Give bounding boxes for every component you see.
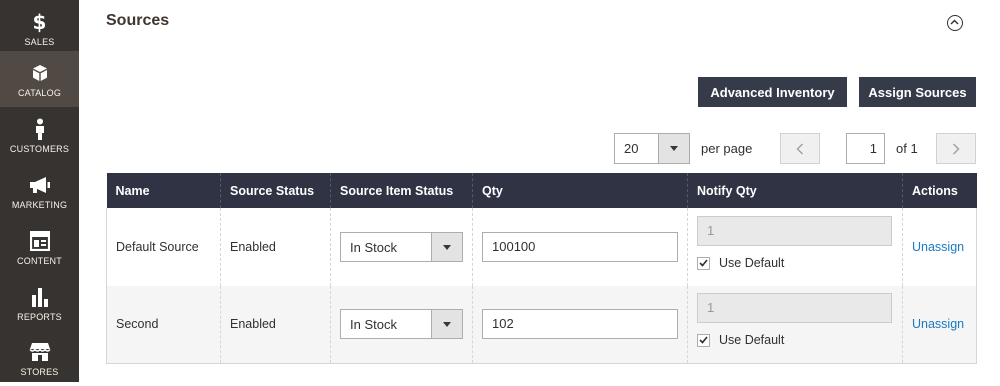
chevron-right-icon bbox=[952, 142, 960, 155]
sidebar-item-label: CONTENT bbox=[17, 255, 62, 266]
unassign-link[interactable]: Unassign bbox=[912, 240, 964, 254]
sidebar-item-label: REPORTS bbox=[17, 311, 62, 322]
source-item-status-value: In Stock bbox=[350, 317, 397, 333]
page-number-input[interactable]: 1 bbox=[846, 133, 885, 164]
column-header-source-status: Source Status bbox=[220, 173, 331, 208]
bar-chart-icon bbox=[31, 285, 49, 309]
chevron-down-icon bbox=[431, 310, 462, 339]
page-total-label: of 1 bbox=[896, 141, 918, 156]
column-header-name: Name bbox=[106, 173, 221, 208]
sidebar-item-label: STORES bbox=[20, 366, 59, 377]
sidebar-item-stores[interactable]: STORES bbox=[0, 330, 79, 386]
notify-qty-input[interactable]: 1 bbox=[697, 293, 892, 324]
column-header-actions: Actions bbox=[902, 173, 977, 208]
table-row: Second Enabled In Stock 102 1 Use Defaul… bbox=[106, 286, 977, 364]
dollar-icon: $ bbox=[32, 9, 47, 34]
sidebar-item-customers[interactable]: CUSTOMERS bbox=[0, 107, 79, 163]
megaphone-icon bbox=[29, 173, 51, 197]
source-name: Default Source bbox=[106, 208, 221, 286]
source-status: Enabled bbox=[220, 208, 331, 286]
unassign-link[interactable]: Unassign bbox=[912, 317, 964, 331]
use-default-label: Use Default bbox=[719, 333, 785, 348]
source-item-status-select[interactable]: In Stock bbox=[340, 309, 463, 340]
per-page-value: 20 bbox=[624, 141, 639, 156]
source-item-status-value: In Stock bbox=[350, 240, 397, 255]
notify-qty-input[interactable]: 1 bbox=[697, 216, 892, 246]
sidebar-item-marketing[interactable]: MARKETING bbox=[0, 163, 79, 219]
sidebar-item-label: CUSTOMERS bbox=[9, 143, 70, 154]
column-header-notify-qty: Notify Qty bbox=[687, 173, 903, 208]
previous-page-button[interactable] bbox=[780, 133, 820, 164]
advanced-inventory-button[interactable]: Advanced Inventory bbox=[698, 77, 847, 107]
use-default-label: Use Default bbox=[719, 256, 785, 270]
sidebar-item-label: SALES bbox=[24, 36, 55, 47]
sidebar-item-content[interactable]: CONTENT bbox=[0, 219, 79, 275]
section-title: Sources bbox=[106, 12, 170, 29]
next-page-button[interactable] bbox=[936, 133, 976, 164]
layout-icon bbox=[29, 229, 50, 253]
sidebar-item-catalog[interactable]: CATALOG bbox=[0, 51, 79, 107]
use-default-checkbox[interactable] bbox=[697, 256, 710, 270]
sidebar-item-label: MARKETING bbox=[11, 199, 68, 210]
chevron-down-icon bbox=[658, 134, 689, 163]
column-header-qty: Qty bbox=[472, 173, 688, 208]
source-name: Second bbox=[106, 286, 221, 364]
qty-input[interactable]: 100100 bbox=[482, 232, 678, 262]
sources-grid: Name Source Status Source Item Status Qt… bbox=[106, 173, 977, 364]
assign-sources-button[interactable]: Assign Sources bbox=[859, 77, 976, 107]
check-icon bbox=[699, 336, 708, 344]
chevron-up-icon bbox=[950, 19, 959, 25]
table-row: Default Source Enabled In Stock 100100 1… bbox=[106, 208, 977, 286]
column-header-source-item-status: Source Item Status bbox=[330, 173, 473, 208]
cube-icon bbox=[31, 61, 49, 85]
admin-sidebar: $ SALES CATALOG CUSTOMERS MARKETING CONT… bbox=[0, 0, 79, 382]
main-content: Sources Advanced Inventory Assign Source… bbox=[79, 0, 1000, 382]
collapse-button[interactable] bbox=[947, 15, 963, 31]
qty-input[interactable]: 102 bbox=[482, 309, 678, 340]
check-icon bbox=[699, 259, 708, 267]
sidebar-item-label: CATALOG bbox=[17, 87, 62, 98]
use-default-checkbox[interactable] bbox=[697, 333, 710, 347]
source-status: Enabled bbox=[220, 286, 331, 364]
person-icon bbox=[34, 117, 46, 141]
chevron-down-icon bbox=[431, 233, 462, 261]
source-item-status-select[interactable]: In Stock bbox=[340, 232, 463, 262]
store-icon bbox=[28, 340, 51, 364]
per-page-select[interactable]: 20 bbox=[614, 133, 690, 164]
sidebar-item-reports[interactable]: REPORTS bbox=[0, 275, 79, 331]
sidebar-item-sales[interactable]: $ SALES bbox=[0, 0, 79, 56]
chevron-left-icon bbox=[796, 142, 804, 155]
per-page-label: per page bbox=[701, 141, 753, 156]
